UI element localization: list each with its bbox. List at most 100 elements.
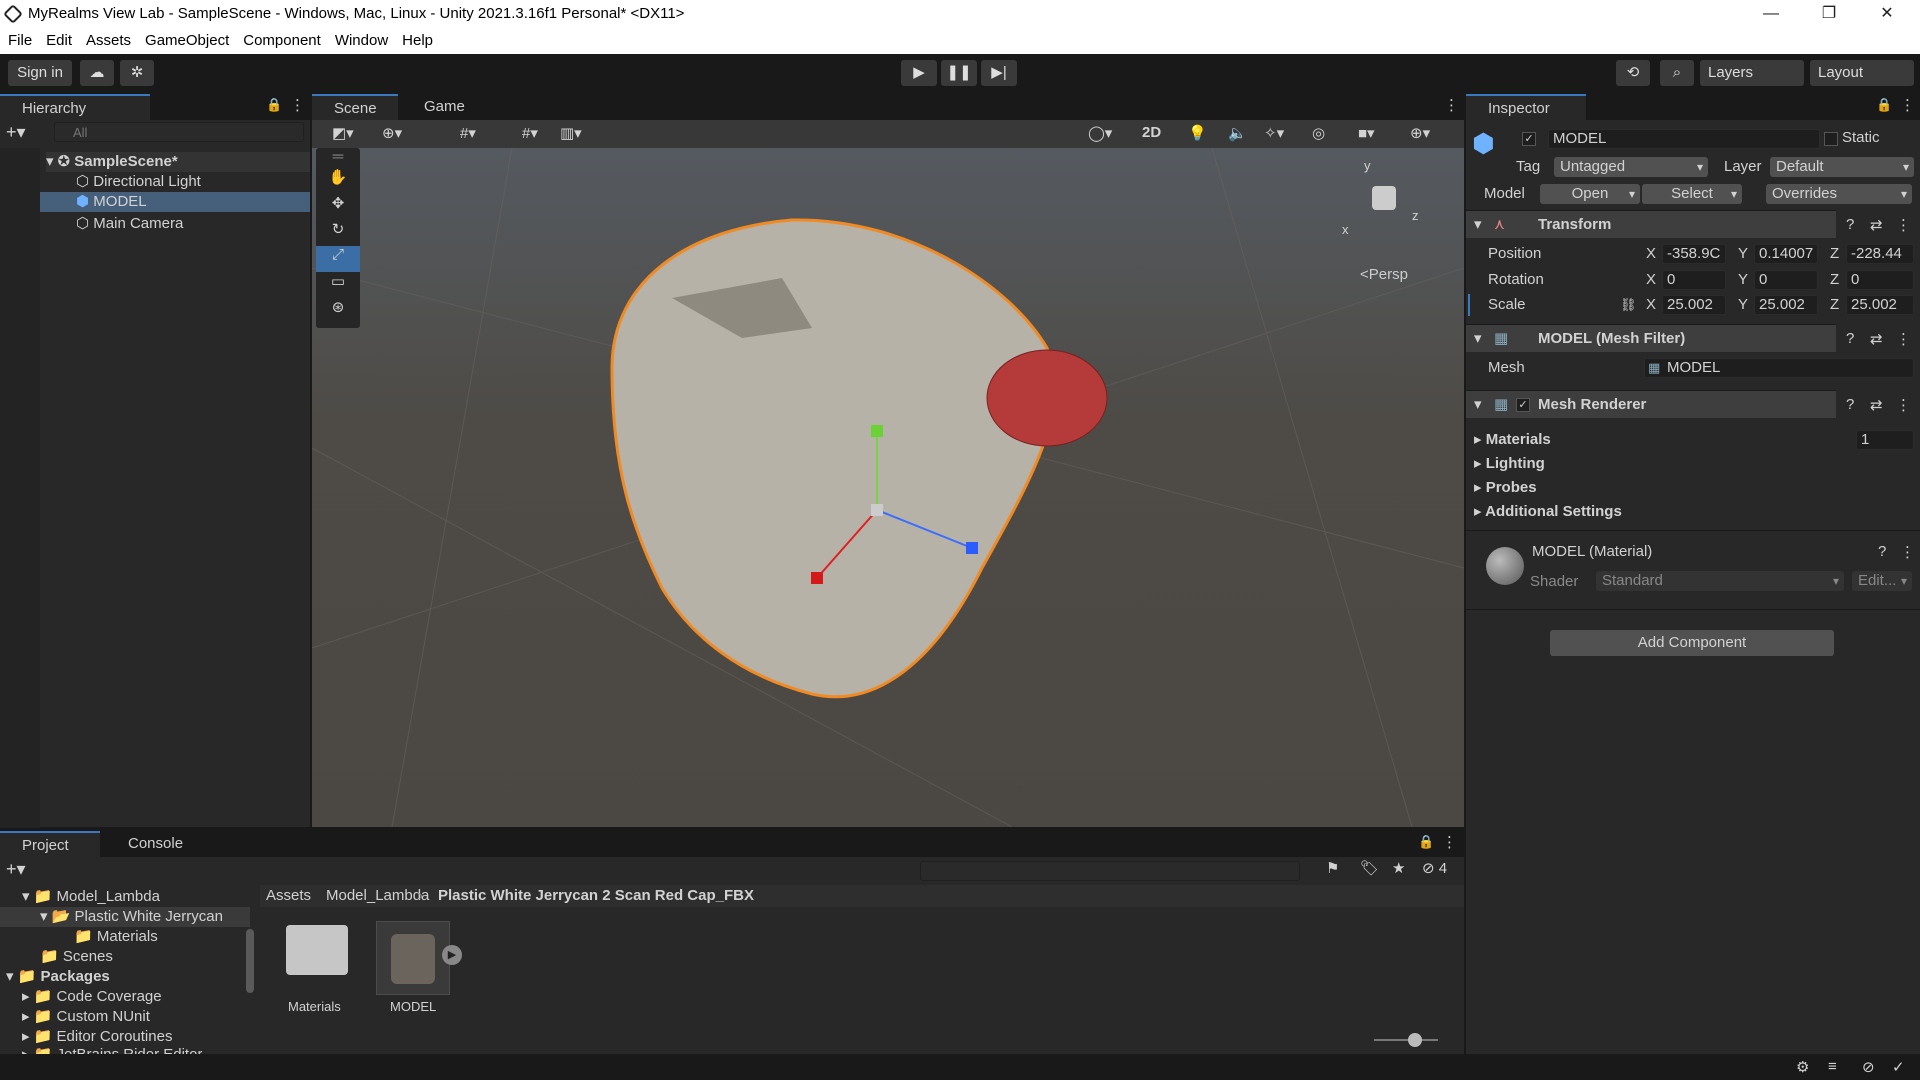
project-search-input[interactable] [920,861,1300,881]
materials-foldout[interactable]: ▸ Materials [1474,430,1551,450]
materials-count-field[interactable]: 1 [1856,430,1914,450]
help-icon[interactable]: ? [1878,543,1886,560]
scale-y-field[interactable]: 25.002 [1754,295,1818,315]
asset-materials-label[interactable]: Materials [288,999,341,1014]
move-tool-icon[interactable]: ✥ [316,194,360,220]
tree-item-model-lambda[interactable]: ▾ 📁 Model_Lambda [22,887,160,907]
scene-root[interactable]: ▾ ✪ SampleScene* [46,152,310,172]
menu-component[interactable]: Component [243,28,321,54]
check-icon[interactable]: ✓ [1892,1058,1905,1076]
rect-tool-icon[interactable]: ▭ [316,272,360,298]
rotation-y-field[interactable]: 0 [1754,270,1818,290]
tab-project[interactable]: Project [0,831,100,857]
visibility-column[interactable] [0,148,40,828]
filter-label-icon[interactable]: 🏷 [1360,859,1379,877]
lock-icon[interactable]: 🔒 [1418,834,1434,850]
hand-tool-icon[interactable]: ✋ [316,168,360,194]
scale-tool-icon[interactable]: ⤢ [316,246,360,272]
layout-dropdown[interactable]: Layout [1810,60,1914,86]
mesh-renderer-header[interactable]: ▾ ▦ ✓ Mesh Renderer ? ⇄ ⋮ [1466,390,1911,418]
camera-icon[interactable]: ■▾ [1358,124,1375,142]
expand-arrow-icon[interactable]: ▾ [1474,395,1482,413]
menu-assets[interactable]: Assets [86,28,131,54]
layers-status-icon[interactable]: ≡ [1828,1058,1837,1075]
position-y-field[interactable]: 0.14007 [1754,244,1818,264]
slider-handle[interactable] [1408,1033,1422,1047]
mesh-renderer-checkbox[interactable]: ✓ [1516,398,1530,412]
kebab-menu-icon[interactable]: ⋮ [1444,96,1459,114]
open-button[interactable]: Open [1540,184,1640,204]
tab-game[interactable]: Game [402,94,482,120]
rotation-x-field[interactable]: 0 [1662,270,1726,290]
hierarchy-item-main-camera[interactable]: ⬡ Main Camera [76,214,183,234]
tree-item-code-coverage[interactable]: ▸ 📁 Code Coverage [22,987,162,1007]
edit-shader-button[interactable]: Edit... [1852,571,1912,591]
perspective-label[interactable]: <Persp [1360,266,1408,283]
search-icon[interactable]: ⌕ [1660,60,1694,86]
tab-scene[interactable]: Scene [312,94,398,120]
hierarchy-item-model[interactable]: ⬢ MODEL [40,192,310,212]
mesh-filter-header[interactable]: ▾ ▦ MODEL (Mesh Filter) ? ⇄ ⋮ [1466,324,1911,352]
hierarchy-search-input[interactable] [54,122,304,142]
preset-icon[interactable]: ⇄ [1870,396,1883,414]
help-icon[interactable]: ? [1846,330,1854,347]
tab-inspector[interactable]: Inspector [1466,94,1586,120]
kebab-menu-icon[interactable]: ⋮ [290,96,305,114]
hidden-objects-icon[interactable]: ◎ [1312,124,1325,142]
add-component-button[interactable]: Add Component [1550,630,1834,656]
asset-model-label[interactable]: MODEL [390,999,436,1014]
collab-icon[interactable]: ✲ [120,60,154,86]
static-checkbox[interactable] [1824,132,1838,146]
preset-icon[interactable]: ⇄ [1870,330,1883,348]
effects-icon[interactable]: ✧▾ [1264,124,1284,142]
probes-foldout[interactable]: ▸ Probes [1474,478,1537,498]
additional-settings-foldout[interactable]: ▸ Additional Settings [1474,502,1622,522]
step-button[interactable]: ▶| [981,60,1017,86]
breadcrumb-current[interactable]: Plastic White Jerrycan 2 Scan Red Cap_FB… [438,887,754,904]
create-icon[interactable]: +▾ [6,859,26,880]
audio-icon[interactable]: 🔈 [1228,124,1247,142]
layers-dropdown[interactable]: Layers [1700,60,1804,86]
tab-hierarchy[interactable]: Hierarchy [0,94,150,120]
menu-help[interactable]: Help [402,28,433,54]
debug-icon[interactable]: ⚙ [1796,1058,1809,1076]
model-asset-thumbnail[interactable] [376,921,450,995]
layer-dropdown[interactable]: Default [1770,157,1914,177]
transform-tool-icon[interactable]: ⊛ [316,298,360,324]
lock-icon[interactable]: 🔒 [266,97,282,113]
add-icon[interactable]: +▾ [6,122,26,143]
tree-scrollbar[interactable] [246,929,254,993]
lighting-icon[interactable]: 💡 [1188,124,1207,142]
expand-arrow-icon[interactable]: ▾ [1474,329,1482,347]
2d-toggle-button[interactable]: 2D [1142,124,1161,141]
kebab-menu-icon[interactable]: ⋮ [1896,216,1911,234]
scale-z-field[interactable]: 25.002 [1846,295,1914,315]
hidden-packages-icon[interactable]: ⊘ 4 [1422,859,1447,877]
kebab-menu-icon[interactable]: ⋮ [1900,543,1915,561]
kebab-menu-icon[interactable]: ⋮ [1896,396,1911,414]
rotate-tool-icon[interactable]: ↻ [316,220,360,246]
kebab-menu-icon[interactable]: ⋮ [1442,833,1457,851]
object-name-field[interactable]: MODEL [1548,129,1820,149]
tree-item-materials[interactable]: 📁 Materials [74,927,158,947]
rotation-z-field[interactable]: 0 [1846,270,1914,290]
pause-button[interactable]: ❚❚ [941,60,977,86]
maximize-button[interactable]: ❐ [1800,0,1858,28]
filter-type-icon[interactable]: ⚑ [1326,859,1339,877]
expand-arrow-icon[interactable]: ▾ [1474,215,1482,233]
tree-item-custom-nunit[interactable]: ▸ 📁 Custom NUnit [22,1007,150,1027]
grid-snap-icon[interactable]: #▾ [460,124,476,142]
draw-mode-icon[interactable]: ◩▾ [332,124,354,142]
select-button[interactable]: Select [1642,184,1742,204]
lighting-foldout[interactable]: ▸ Lighting [1474,454,1545,474]
preset-icon[interactable]: ⇄ [1870,216,1883,234]
menu-gameobject[interactable]: GameObject [145,28,229,54]
tab-console[interactable]: Console [106,831,206,857]
active-checkbox[interactable]: ✓ [1522,132,1536,146]
folder-icon[interactable] [286,925,348,975]
scene-viewport[interactable]: ═ ✋ ✥ ↻ ⤢ ▭ ⊛ y x z <Persp [312,148,1464,827]
menu-file[interactable]: File [8,28,32,54]
orientation-gizmo[interactable]: y x z [1342,158,1432,248]
tree-item-scenes[interactable]: 📁 Scenes [40,947,113,967]
play-button[interactable]: ▶ [901,60,937,86]
